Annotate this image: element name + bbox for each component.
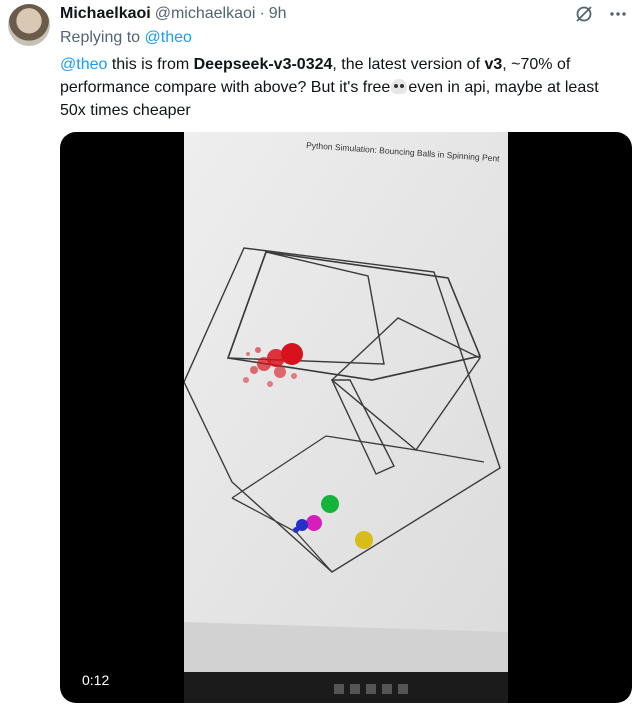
tweet-header: Michaelkaoi @michaelkaoi · 9h — [60, 3, 287, 25]
avatar[interactable] — [8, 4, 50, 46]
author-handle[interactable]: @michaelkaoi — [155, 5, 256, 23]
tweet: Michaelkaoi @michaelkaoi · 9h Replying t… — [0, 0, 640, 713]
separator-dot: · — [259, 5, 265, 22]
video-player[interactable]: Python Simulation: Bouncing Balls in Spi… — [60, 132, 632, 703]
green-ball — [321, 495, 339, 513]
tweet-actions-top — [574, 4, 628, 28]
tweet-text: @theo this is from Deepseek-v3-0324, the… — [60, 53, 620, 122]
more-icon[interactable] — [608, 4, 628, 28]
tweet-time[interactable]: 9h — [269, 5, 287, 23]
skull-emoji-icon — [391, 79, 408, 94]
text-model-name: Deepseek-v3-0324 — [193, 56, 333, 73]
replying-to-label: Replying to — [60, 29, 141, 46]
text-part-2: , the latest version of — [332, 56, 485, 73]
slashed-circle-icon[interactable] — [574, 4, 594, 28]
yellow-ball — [355, 531, 373, 549]
text-mention[interactable]: @theo — [60, 56, 107, 73]
replying-to-mention[interactable]: @theo — [145, 29, 192, 46]
text-version: v3 — [484, 56, 503, 73]
author-display-name[interactable]: Michaelkaoi — [60, 5, 151, 23]
text-part-1: this is from — [107, 56, 194, 73]
replying-to: Replying to @theo — [60, 29, 192, 47]
video-frame: Python Simulation: Bouncing Balls in Spi… — [184, 132, 508, 703]
magenta-ball — [306, 515, 322, 531]
video-duration: 0:12 — [76, 669, 116, 691]
